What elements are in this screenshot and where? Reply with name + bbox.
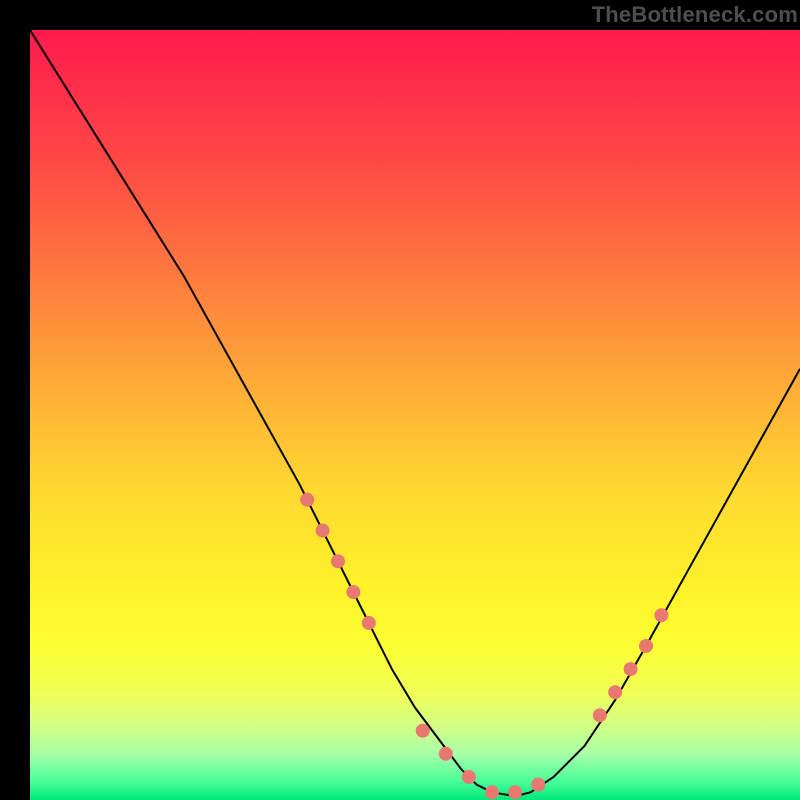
marker-dot <box>508 785 522 799</box>
marker-dot <box>639 639 653 653</box>
sample-markers <box>300 493 668 800</box>
marker-dot <box>300 493 314 507</box>
marker-dot <box>462 770 476 784</box>
marker-dot <box>624 662 638 676</box>
plot-area <box>30 30 800 800</box>
marker-dot <box>608 685 622 699</box>
chart-frame <box>15 15 785 785</box>
marker-dot <box>362 616 376 630</box>
marker-dot <box>346 585 360 599</box>
marker-dot <box>331 554 345 568</box>
watermark-text: TheBottleneck.com <box>592 2 798 28</box>
bottleneck-curve <box>30 30 800 796</box>
marker-dot <box>416 724 430 738</box>
marker-dot <box>485 785 499 799</box>
marker-dot <box>593 708 607 722</box>
chart-svg <box>30 30 800 800</box>
curve-path <box>30 30 800 796</box>
marker-dot <box>439 747 453 761</box>
marker-dot <box>654 608 668 622</box>
marker-dot <box>531 778 545 792</box>
marker-dot <box>316 524 330 538</box>
